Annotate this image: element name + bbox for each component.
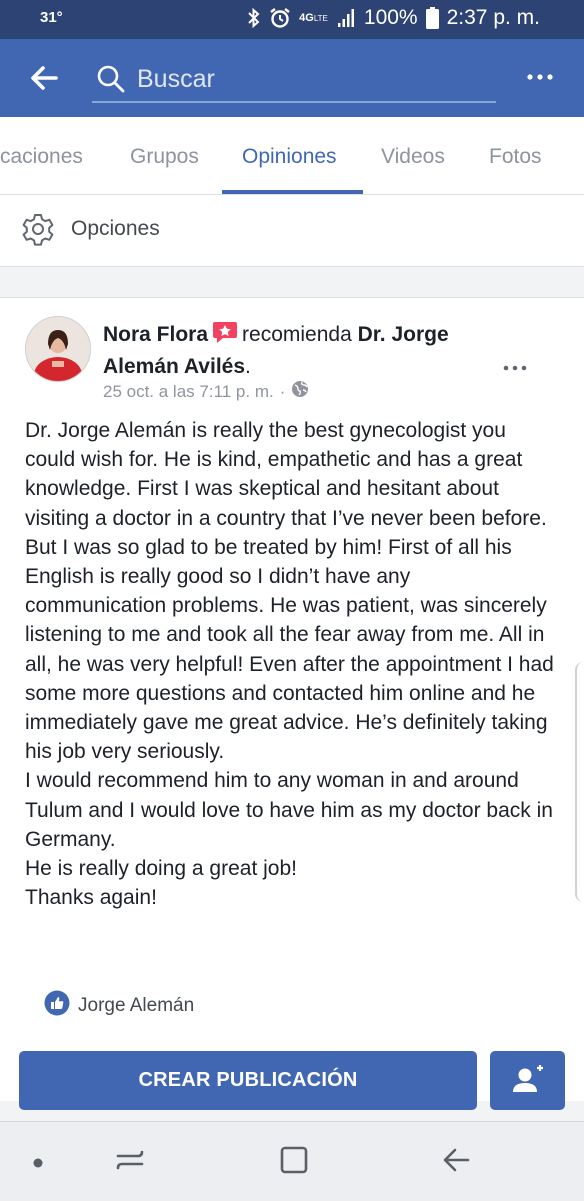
search-input[interactable]: Buscar	[92, 57, 496, 103]
tab-publicaciones[interactable]: caciones	[0, 117, 83, 194]
tab-fotos[interactable]: Fotos	[489, 117, 542, 194]
nav-dot-icon[interactable]	[32, 1156, 44, 1174]
battery-percent: 100%	[363, 6, 418, 29]
scrollbar[interactable]	[575, 662, 584, 902]
back-nav-icon[interactable]	[440, 1144, 472, 1181]
search-placeholder: Buscar	[137, 65, 215, 93]
liked-by-name: Jorge Alemán	[78, 994, 195, 1016]
more-dots-icon	[527, 74, 553, 80]
home-icon[interactable]	[278, 1144, 310, 1181]
like-icon	[44, 990, 70, 1021]
back-button[interactable]	[28, 61, 62, 95]
more-dots-icon	[503, 365, 527, 371]
meta-separator: ·	[279, 381, 286, 401]
status-icons: 4G LTE 100% 2:37 p. m.	[247, 6, 540, 30]
add-friend-button[interactable]	[490, 1051, 565, 1110]
tab-grupos[interactable]: Grupos	[130, 117, 199, 194]
network-4g-label: 4G	[299, 11, 314, 24]
recommend-badge-icon	[212, 320, 238, 352]
gear-icon	[21, 212, 55, 251]
app-header: Buscar	[0, 39, 584, 117]
avatar[interactable]	[25, 316, 91, 382]
network-lte-label: LTE	[313, 13, 328, 23]
recent-apps-icon[interactable]	[114, 1144, 146, 1181]
signal-icon	[336, 8, 356, 28]
options-label: Opciones	[71, 217, 160, 240]
post-more-button[interactable]	[502, 360, 530, 371]
network-type: 4G LTE	[299, 11, 328, 24]
post-meta: 25 oct. a las 7:11 p. m. ·	[103, 380, 309, 403]
back-arrow-icon	[31, 66, 58, 90]
system-nav-bar	[0, 1121, 584, 1201]
author-name[interactable]: Nora Flora	[103, 323, 208, 346]
bluetooth-icon	[247, 8, 261, 28]
create-post-button[interactable]: CREAR PUBLICACIÓN	[19, 1051, 477, 1110]
clock: 2:37 p. m.	[446, 6, 540, 29]
recommend-verb: recomienda	[242, 323, 352, 346]
post-body: Dr. Jorge Alemán is really the best gyne…	[25, 419, 554, 910]
add-person-icon	[513, 1065, 543, 1092]
temperature-readout: 31°	[40, 9, 63, 26]
post-timestamp[interactable]: 25 oct. a las 7:11 p. m.	[103, 382, 274, 402]
review-post: Nora Flora recomienda Dr. Jorge Alemán Av…	[0, 297, 584, 1110]
page-tabs: caciones Grupos Opiniones Videos Fotos	[0, 117, 584, 194]
alarm-icon	[269, 7, 291, 29]
options-row[interactable]: Opciones	[0, 195, 584, 267]
status-bar: 31° 4G LTE 100% 2:37 p. m.	[0, 0, 584, 39]
battery-icon	[425, 7, 439, 29]
post-header: Nora Flora recomienda Dr. Jorge Alemán Av…	[103, 320, 493, 381]
more-options-button[interactable]	[524, 67, 560, 87]
header-period: .	[245, 355, 251, 378]
search-icon	[96, 64, 126, 99]
tab-videos[interactable]: Videos	[381, 117, 445, 194]
globe-icon	[291, 380, 309, 403]
tab-opiniones[interactable]: Opiniones	[242, 117, 337, 194]
post-likes[interactable]: Jorge Alemán	[44, 990, 194, 1021]
